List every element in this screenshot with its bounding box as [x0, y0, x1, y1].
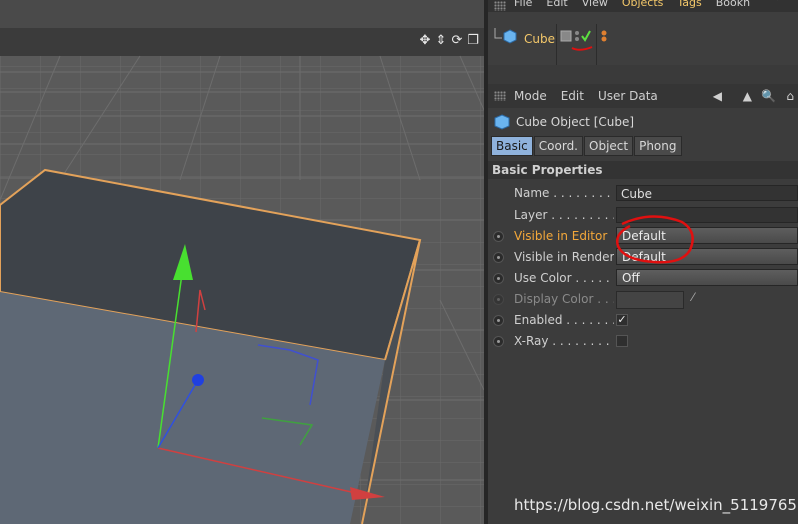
lock-icon[interactable]: ⌂	[786, 89, 794, 103]
tab-coord[interactable]: Coord.	[533, 136, 583, 156]
name-label: Name . . . . . . . . . . . .	[514, 186, 614, 200]
menu-file[interactable]: File	[514, 0, 532, 9]
visibility-toggles[interactable]	[560, 28, 610, 58]
object-row-cube[interactable]: Cube	[488, 26, 798, 51]
attribute-tabs: Basic Coord. Object Phong	[491, 136, 682, 156]
row-enabled: Enabled . . . . . . . . ✓	[488, 311, 798, 331]
visible-renderer-label: Visible in Renderer	[514, 250, 614, 264]
annotation-circle	[616, 215, 694, 264]
display-color-label: Display Color . . .	[514, 292, 614, 306]
attribute-title: Cube Object [Cube]	[516, 115, 635, 129]
search-icon[interactable]: 🔍	[761, 89, 776, 103]
enabled-label: Enabled . . . . . . . .	[514, 313, 614, 327]
attribute-manager-menubar: Mode Edit User Data ◀ ▲ 🔍 ⌂	[488, 84, 798, 108]
animate-radio[interactable]	[493, 294, 504, 305]
menu-mode[interactable]: Mode	[514, 89, 547, 103]
menu-attr-edit[interactable]: Edit	[561, 89, 584, 103]
section-basic-properties[interactable]: Basic Properties	[488, 161, 798, 179]
viewport-header	[0, 0, 484, 28]
animate-radio[interactable]	[493, 252, 504, 263]
animate-radio[interactable]	[493, 315, 504, 326]
use-color-dropdown[interactable]: Off	[616, 269, 798, 286]
row-name: Name . . . . . . . . . . . . Cube	[488, 184, 798, 204]
up-arrow-icon[interactable]: ▲	[743, 89, 752, 103]
spacer	[488, 65, 798, 84]
menu-bookmarks[interactable]: Bookn	[716, 0, 750, 9]
search-icon[interactable]: 🔍	[766, 0, 780, 1]
row-display-color: Display Color . . . ⁄	[488, 290, 798, 310]
grip-icon[interactable]	[494, 91, 506, 101]
xray-checkbox[interactable]	[616, 335, 628, 347]
back-arrow-icon[interactable]: ◀	[713, 89, 722, 103]
viewport-3d[interactable]: ✥ ⇕ ⟳ ❐	[0, 0, 484, 524]
object-name[interactable]: Cube	[524, 32, 555, 46]
row-use-color: Use Color . . . . . . Off	[488, 269, 798, 289]
watermark: https://blog.csdn.net/weixin_51197655	[514, 496, 798, 514]
tree-line-icon	[494, 28, 517, 44]
menu-objects[interactable]: Objects	[622, 0, 664, 9]
z-axis-handle[interactable]	[192, 374, 204, 386]
menu-view[interactable]: View	[582, 0, 608, 9]
cube-object-icon	[494, 114, 510, 130]
menu-tags[interactable]: Tags	[677, 0, 701, 9]
name-field[interactable]: Cube	[616, 185, 798, 201]
menu-user-data[interactable]: User Data	[598, 89, 658, 103]
scene-canvas[interactable]	[0, 28, 484, 524]
enabled-checkbox[interactable]: ✓	[616, 314, 628, 326]
xray-label: X-Ray . . . . . . . . . . .	[514, 334, 614, 348]
visible-editor-label: Visible in Editor	[514, 229, 608, 243]
animate-radio[interactable]	[493, 231, 504, 242]
row-xray: X-Ray . . . . . . . . . . .	[488, 332, 798, 352]
use-color-label: Use Color . . . . . .	[514, 271, 614, 285]
menu-edit[interactable]: Edit	[546, 0, 567, 9]
tab-basic[interactable]: Basic	[491, 136, 533, 156]
eyedropper-icon[interactable]: ⁄	[692, 290, 694, 304]
grip-icon[interactable]	[494, 1, 506, 11]
home-icon[interactable]: ⌂	[789, 0, 796, 1]
object-manager-menubar: File Edit View Objects Tags Bookn 🔍 ⌂	[488, 0, 798, 12]
animate-radio[interactable]	[493, 273, 504, 284]
tab-object[interactable]: Object	[584, 136, 634, 156]
right-panel: File Edit View Objects Tags Bookn 🔍 ⌂ Cu…	[488, 0, 798, 524]
layer-label: Layer . . . . . . . . . . . . .	[514, 208, 614, 222]
tab-phong[interactable]: Phong	[634, 136, 682, 156]
display-color-swatch[interactable]	[616, 291, 684, 309]
animate-radio[interactable]	[493, 336, 504, 347]
